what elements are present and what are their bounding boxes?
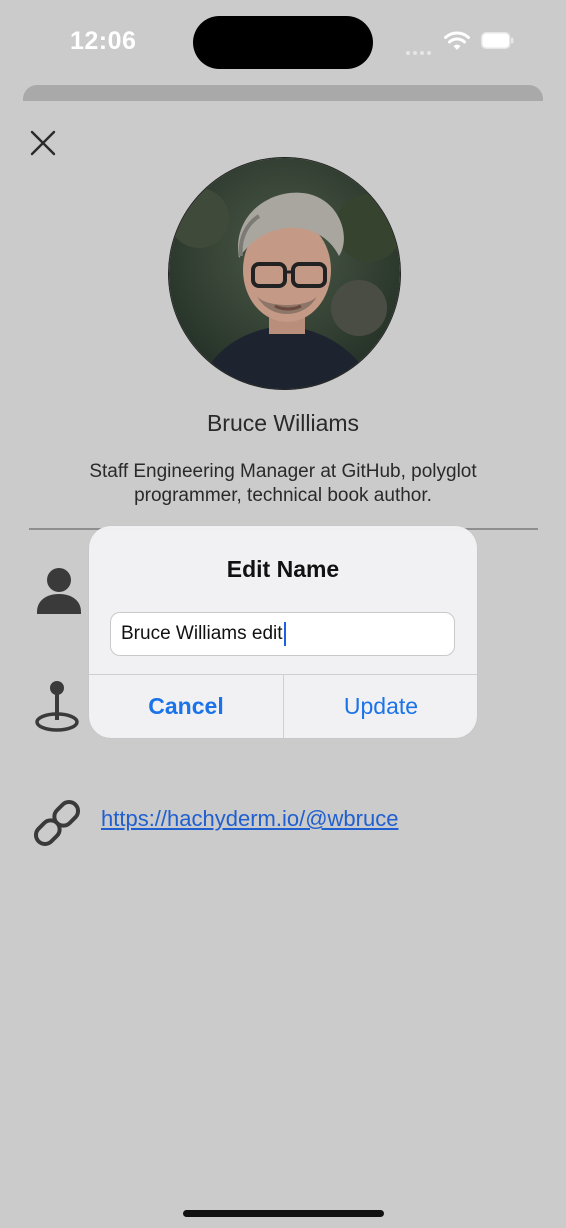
wifi-icon <box>444 31 470 50</box>
edit-name-dialog: Edit Name Bruce Williams edit Cancel Upd… <box>89 526 477 738</box>
update-button[interactable]: Update <box>284 675 477 738</box>
dialog-title: Edit Name <box>226 556 340 582</box>
home-indicator <box>183 1210 384 1217</box>
cancel-button[interactable]: Cancel <box>89 675 283 738</box>
sheet-background-edge <box>23 85 543 101</box>
battery-icon <box>481 32 514 49</box>
dynamic-island <box>193 16 373 69</box>
link-icon <box>33 799 81 847</box>
location-pin-icon <box>35 681 79 732</box>
profile-link[interactable]: https://hachyderm.io/@wbruce <box>101 806 398 832</box>
close-icon[interactable] <box>28 128 58 158</box>
profile-bio: Staff Engineering Manager at GitHub, pol… <box>89 461 477 506</box>
avatar-photo <box>169 158 400 389</box>
status-time: 12:06 <box>70 27 137 55</box>
avatar <box>168 157 401 390</box>
profile-name: Bruce Williams <box>206 410 360 436</box>
name-input-value: Bruce Williams edit <box>121 623 283 644</box>
text-cursor <box>283 622 286 646</box>
cellular-signal-icon <box>406 42 436 55</box>
person-icon <box>37 568 81 614</box>
name-input[interactable]: Bruce Williams edit <box>110 612 455 656</box>
